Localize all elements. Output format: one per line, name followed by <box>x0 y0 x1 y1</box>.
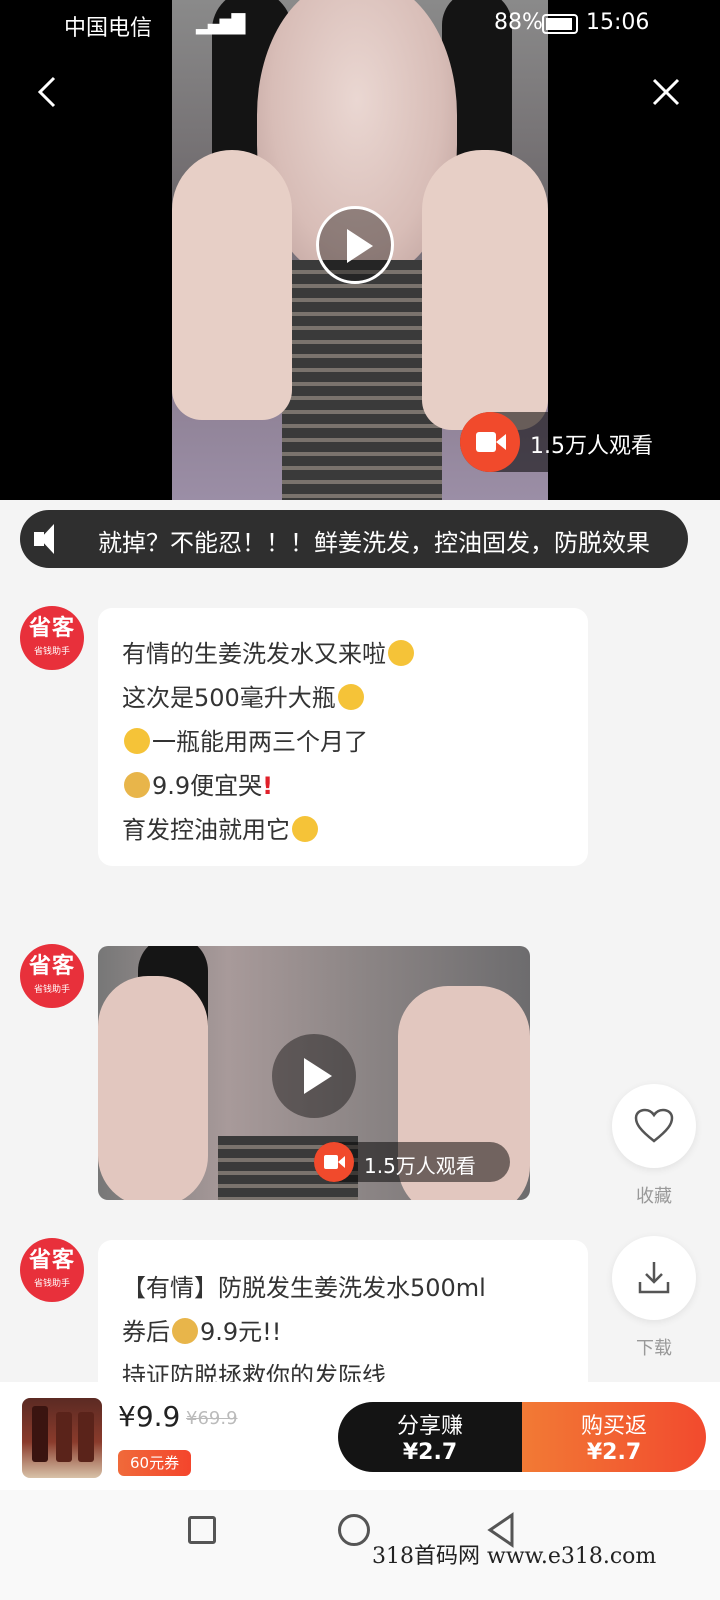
avatar-tagline: 省钱助手 <box>33 647 70 657</box>
product-thumbnail[interactable] <box>22 1398 102 1478</box>
product-original-price: ¥69.9 <box>186 1408 238 1429</box>
avatar-tagline: 省钱助手 <box>33 1279 70 1289</box>
speaker-icon <box>34 524 68 554</box>
avatar-name: 省客 <box>28 954 75 979</box>
money-bag-icon <box>172 1318 198 1344</box>
avatar[interactable]: 省客 省钱助手 <box>20 606 84 670</box>
avatar-tagline: 省钱助手 <box>33 985 70 995</box>
clock: 15:06 <box>586 10 650 35</box>
notice-marquee: 就掉？不能忍！！！鲜姜洗发，控油固发，防脱效果 <box>20 510 688 568</box>
back-icon[interactable] <box>28 72 68 112</box>
buy-label: 购买返 <box>580 1414 647 1439</box>
sunglasses-icon <box>292 816 318 842</box>
heart-icon <box>634 1108 674 1143</box>
hero-video[interactable]: 中国电信 ▂▄▆█ 88% 15:06 1.5万人观看 <box>0 0 720 500</box>
message-line: 券后 9.9元!! <box>122 1318 282 1346</box>
avatar-name: 省客 <box>28 1248 75 1273</box>
message-line: 这次是500毫升大瓶 <box>122 678 366 713</box>
home-icon[interactable] <box>338 1514 370 1546</box>
recent-apps-icon[interactable] <box>188 1516 216 1544</box>
exclamation-icon: ! <box>262 772 274 800</box>
download-icon <box>638 1262 670 1294</box>
battery-percent: 88% <box>494 10 543 35</box>
share-label: 分享赚 <box>396 1414 463 1439</box>
message-video[interactable]: 1.5万人观看 <box>98 946 530 1200</box>
coupon-badge: 60元券 <box>118 1450 192 1476</box>
message-bubble: 有情的生姜洗发水又来啦 这次是500毫升大瓶 一瓶能用两三个月了 9.9便宜哭!… <box>98 608 588 866</box>
message-bubble: 【有情】防脱发生姜洗发水500ml 券后 9.9元!! 持证防脱拯救你的发际线 <box>98 1240 588 1400</box>
message-line: 【有情】防脱发生姜洗发水500ml <box>122 1274 486 1302</box>
play-button[interactable] <box>316 206 394 284</box>
product-bar: ¥9.9 ¥69.9 60元券 分享赚 ¥2.7 购买返 ¥2.7 <box>0 1382 720 1490</box>
message-line: 9.9便宜哭! <box>122 766 273 801</box>
wink-icon <box>124 728 150 754</box>
download-label: 下载 <box>636 1338 672 1359</box>
views-count: 1.5万人观看 <box>530 434 653 459</box>
product-price: ¥9.9 <box>118 1400 181 1433</box>
clap-icon <box>388 640 414 666</box>
message-line: 育发控油就用它 <box>122 810 320 845</box>
battery-icon <box>542 14 578 34</box>
favorite-label: 收藏 <box>636 1186 672 1207</box>
views-badge: 1.5万人观看 <box>314 1142 510 1182</box>
system-nav-bar: 318首码网 www.e318.com <box>0 1490 720 1600</box>
watermark-text: 318首码网 www.e318.com <box>372 1544 657 1569</box>
avatar-name: 省客 <box>28 616 75 641</box>
signal-icon: ▂▄▆█ <box>196 14 245 35</box>
avatar[interactable]: 省客 省钱助手 <box>20 944 84 1008</box>
buy-amount: ¥2.7 <box>586 1440 642 1465</box>
close-icon[interactable] <box>646 72 686 112</box>
views-count: 1.5万人观看 <box>364 1154 476 1178</box>
share-earn-button[interactable]: 分享赚 ¥2.7 <box>338 1402 522 1472</box>
carrier-text: 中国电信 <box>64 16 153 41</box>
favorite-button[interactable] <box>612 1084 696 1168</box>
buy-rebate-button[interactable]: 购买返 ¥2.7 <box>522 1402 706 1472</box>
victory-hand-icon <box>337 684 364 710</box>
money-bag-icon <box>124 772 150 798</box>
views-badge: 1.5万人观看 <box>460 412 680 472</box>
video-camera-icon <box>314 1142 354 1182</box>
message-line: 一瓶能用两三个月了 <box>122 722 368 757</box>
status-bar: 中国电信 ▂▄▆█ 88% 15:06 <box>0 0 720 48</box>
message-line: 有情的生姜洗发水又来啦 <box>122 634 416 669</box>
play-button[interactable] <box>272 1034 356 1118</box>
download-button[interactable] <box>612 1236 696 1320</box>
share-amount: ¥2.7 <box>402 1440 458 1465</box>
notice-text: 就掉？不能忍！！！鲜姜洗发，控油固发，防脱效果 <box>98 529 650 557</box>
avatar[interactable]: 省客 省钱助手 <box>20 1238 84 1302</box>
video-camera-icon <box>460 412 520 472</box>
